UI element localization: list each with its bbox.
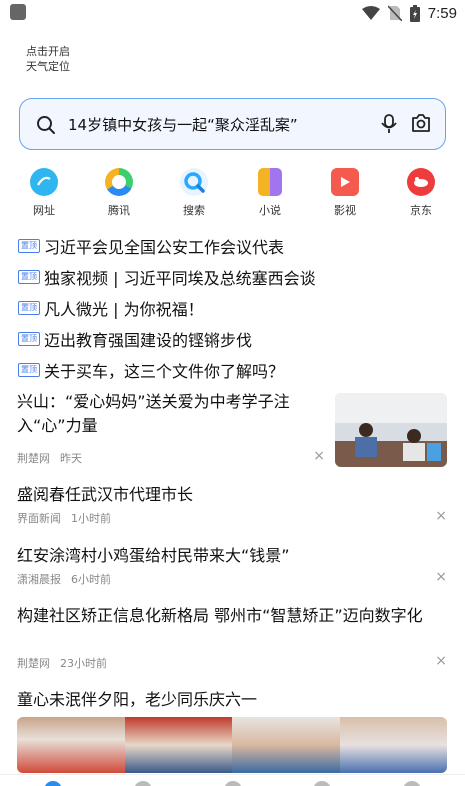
quick-link-label: 影视: [334, 204, 356, 217]
news-title: 红安涂湾村小鸡蛋给村民带来大“钱景”: [17, 546, 290, 565]
quick-link-label: 搜索: [183, 204, 205, 217]
jd-icon: [407, 168, 435, 196]
pinned-badge: 置顶: [18, 331, 40, 346]
tencent-icon: [105, 168, 133, 196]
news-meta: 荆楚网 23小时前: [17, 655, 107, 671]
headline-item[interactable]: 置顶 凡人微光 | 为你祝福！: [18, 292, 448, 323]
video-tab-icon[interactable]: [134, 781, 152, 786]
news-time: 23小时前: [60, 657, 107, 670]
quick-link-jd[interactable]: 京东: [391, 168, 451, 218]
bottom-navigation: [0, 774, 465, 786]
news-meta: 潇湘晨报 6小时前: [17, 571, 111, 587]
quick-link-label: 网址: [33, 204, 55, 217]
news-thumbnail: [335, 393, 447, 467]
news-title: 兴山：“爱心妈妈”送关爱为中考学子注入“心”力量: [17, 392, 290, 435]
news-meta: 荆楚网 昨天: [17, 450, 82, 466]
headline-item[interactable]: 置顶 独家视频 | 习近平同埃及总统塞西会谈: [18, 261, 448, 292]
search-icon: [37, 116, 55, 134]
headline-text: 凡人微光 | 为你祝福！: [44, 299, 204, 319]
news-card[interactable]: 盛阅春任武汉市代理市长 界面新闻 1小时前 ×: [17, 483, 447, 527]
news-card[interactable]: 构建社区矫正信息化新格局 鄂州市“智慧矫正”迈向数字化 荆楚网 23小时前 ×: [17, 604, 447, 672]
profile-tab-icon[interactable]: [403, 781, 421, 786]
dismiss-icon[interactable]: ×: [435, 569, 447, 585]
news-source: 荆楚网: [17, 452, 50, 465]
search-icon: [180, 168, 208, 196]
weather-line-2: 天气定位: [26, 60, 70, 73]
headline-item[interactable]: 置顶 关于买车，这三个文件你了解吗？: [18, 354, 448, 385]
headline-text: 习近平会见全国公安工作会议代表: [44, 237, 285, 257]
news-card[interactable]: 红安涂湾村小鸡蛋给村民带来大“钱景” 潇湘晨报 6小时前 ×: [17, 544, 447, 588]
news-time: 1小时前: [71, 512, 111, 525]
news-title: 盛阅春任武汉市代理市长: [17, 485, 194, 504]
quick-link-label: 腾讯: [108, 204, 130, 217]
battery-icon: [409, 4, 420, 22]
notification-icon: [10, 4, 26, 20]
pinned-badge: 置顶: [18, 300, 40, 315]
pinned-badge: 置顶: [18, 238, 40, 253]
pinned-headlines: 置顶 习近平会见全国公安工作会议代表 置顶 独家视频 | 习近平同埃及总统塞西会…: [18, 230, 448, 385]
wifi-icon: [361, 6, 380, 20]
headline-text: 关于买车，这三个文件你了解吗？: [44, 361, 285, 381]
weather-location-prompt[interactable]: 点击开启 天气定位: [26, 44, 70, 74]
news-title: 构建社区矫正信息化新格局 鄂州市“智慧矫正”迈向数字化: [17, 606, 423, 625]
dismiss-icon[interactable]: ×: [435, 508, 447, 524]
weather-line-1: 点击开启: [26, 45, 70, 58]
globe-icon: [30, 168, 58, 196]
microphone-icon[interactable]: [381, 114, 397, 134]
news-time: 昨天: [60, 452, 82, 465]
status-bar: 7:59: [0, 0, 465, 26]
tasks-tab-icon[interactable]: [224, 781, 242, 786]
status-icons: 7:59: [361, 3, 457, 23]
news-source: 荆楚网: [17, 657, 50, 670]
news-photo-strip: [17, 717, 447, 773]
news-card[interactable]: 童心未泯伴夕阳，老少同乐庆六一: [17, 688, 447, 714]
search-box[interactable]: 14岁镇中女孩与一起“聚众淫乱案”: [19, 98, 446, 150]
pinned-badge: 置顶: [18, 269, 40, 284]
news-source: 界面新闻: [17, 512, 61, 525]
video-icon: [331, 168, 359, 196]
camera-icon[interactable]: [411, 114, 431, 132]
headline-item[interactable]: 置顶 迈出教育强国建设的铿锵步伐: [18, 323, 448, 354]
quick-link-novel[interactable]: 小说: [240, 168, 300, 218]
quick-link-label: 京东: [410, 204, 432, 217]
dismiss-icon[interactable]: ×: [313, 448, 325, 464]
pinned-badge: 置顶: [18, 362, 40, 377]
headline-text: 迈出教育强国建设的铿锵步伐: [44, 330, 253, 350]
news-source: 潇湘晨报: [17, 573, 61, 586]
news-meta: 界面新闻 1小时前: [17, 510, 111, 526]
news-card[interactable]: 兴山：“爱心妈妈”送关爱为中考学子注入“心”力量 荆楚网 昨天 ×: [17, 390, 447, 470]
messages-tab-icon[interactable]: [313, 781, 331, 786]
quick-links: 网址 腾讯 搜索 小说 影视 京东: [0, 168, 465, 220]
quick-link-tencent[interactable]: 腾讯: [89, 168, 149, 218]
quick-link-video[interactable]: 影视: [315, 168, 375, 218]
status-time: 7:59: [427, 4, 457, 22]
quick-link-search[interactable]: 搜索: [164, 168, 224, 218]
news-title: 童心未泯伴夕阳，老少同乐庆六一: [17, 690, 258, 709]
quick-link-label: 小说: [259, 204, 281, 217]
headline-text: 独家视频 | 习近平同埃及总统塞西会谈: [44, 268, 316, 288]
no-sim-icon: [387, 5, 402, 21]
search-query: 14岁镇中女孩与一起“聚众淫乱案”: [68, 116, 298, 134]
book-icon: [258, 168, 282, 196]
headline-item[interactable]: 置顶 习近平会见全国公安工作会议代表: [18, 230, 448, 261]
quick-link-url[interactable]: 网址: [14, 168, 74, 218]
home-tab-icon[interactable]: [44, 781, 62, 786]
dismiss-icon[interactable]: ×: [435, 653, 447, 669]
news-time: 6小时前: [71, 573, 111, 586]
